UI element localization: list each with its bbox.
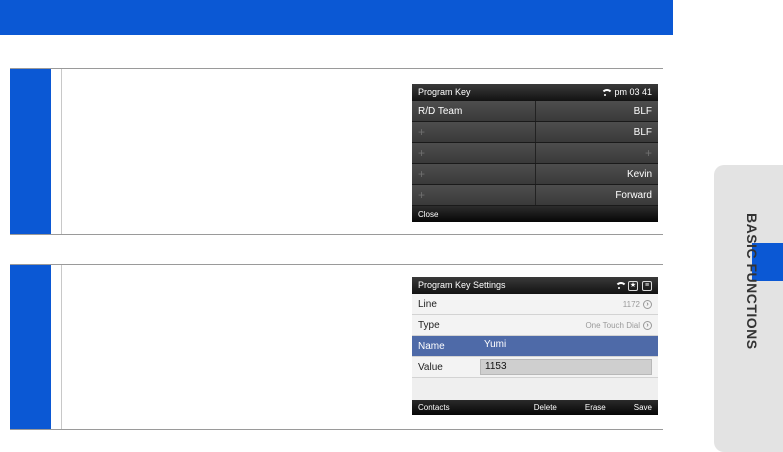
header-bar bbox=[0, 0, 673, 35]
name-field[interactable]: Yumi bbox=[480, 338, 652, 354]
name-row[interactable]: Name Yumi bbox=[412, 336, 658, 357]
step-tab-1 bbox=[10, 69, 51, 234]
type-row[interactable]: Type One Touch Dial › bbox=[412, 315, 658, 336]
add-key-left[interactable]: + bbox=[412, 185, 536, 205]
menu-icon: ≡ bbox=[642, 280, 652, 291]
value-field[interactable]: 1153 bbox=[480, 359, 652, 375]
softkey-bar: Close bbox=[412, 207, 658, 222]
clock: pm 03 41 bbox=[614, 87, 652, 97]
divider bbox=[61, 69, 62, 234]
screen-title: Program Key Settings bbox=[418, 280, 506, 290]
line-value: 1172 bbox=[622, 299, 640, 309]
program-key-left[interactable]: R/D Team bbox=[412, 101, 536, 121]
line-label: Line bbox=[418, 298, 437, 310]
chapter-label: BASIC FUNCTIONS bbox=[744, 213, 760, 350]
program-key-row[interactable]: R/D Team BLF bbox=[412, 101, 658, 122]
chevron-right-icon[interactable]: › bbox=[643, 299, 652, 309]
program-key-screen: Program Key pm 03 41 R/D Team BLF + BLF … bbox=[412, 84, 658, 222]
manual-page: Program Key pm 03 41 R/D Team BLF + BLF … bbox=[0, 0, 783, 452]
screen-title-bar: Program Key pm 03 41 bbox=[412, 84, 658, 101]
save-softkey[interactable]: Save bbox=[634, 400, 652, 415]
screen-title: Program Key bbox=[418, 87, 471, 97]
chapter-side-tab: BASIC FUNCTIONS bbox=[714, 165, 783, 452]
delete-softkey[interactable]: Delete bbox=[534, 400, 557, 415]
add-key-left[interactable]: + bbox=[412, 122, 536, 142]
chevron-right-icon[interactable]: › bbox=[643, 320, 652, 330]
value-label: Value bbox=[418, 361, 443, 373]
divider bbox=[61, 265, 62, 429]
wifi-icon bbox=[600, 88, 614, 97]
add-key-left[interactable]: + bbox=[412, 143, 536, 163]
program-key-row[interactable]: + + bbox=[412, 143, 658, 164]
program-key-row[interactable]: + BLF bbox=[412, 122, 658, 143]
softkey-bar: Contacts Delete Erase Save bbox=[412, 400, 658, 415]
erase-softkey[interactable]: Erase bbox=[585, 400, 606, 415]
program-key-settings-screen: Program Key Settings ★ ≡ Line 1172 › Typ… bbox=[412, 277, 658, 415]
program-key-row[interactable]: + Kevin bbox=[412, 164, 658, 185]
program-key-right[interactable]: Forward bbox=[535, 185, 658, 205]
contacts-softkey[interactable]: Contacts bbox=[418, 400, 450, 415]
star-icon: ★ bbox=[628, 280, 638, 291]
program-key-right[interactable]: BLF bbox=[535, 122, 658, 142]
add-key-right[interactable]: + bbox=[535, 143, 658, 163]
screen-title-bar: Program Key Settings ★ ≡ bbox=[412, 277, 658, 294]
program-key-right[interactable]: BLF bbox=[535, 101, 658, 121]
close-softkey[interactable]: Close bbox=[418, 207, 438, 222]
line-row[interactable]: Line 1172 › bbox=[412, 294, 658, 315]
type-value: One Touch Dial bbox=[585, 320, 640, 330]
wifi-icon bbox=[614, 281, 627, 290]
program-key-right[interactable]: Kevin bbox=[535, 164, 658, 184]
program-key-row[interactable]: + Forward bbox=[412, 185, 658, 206]
step-tab-2 bbox=[10, 265, 51, 429]
type-label: Type bbox=[418, 319, 440, 331]
name-label: Name bbox=[418, 340, 445, 352]
value-row[interactable]: Value 1153 bbox=[412, 357, 658, 378]
add-key-left[interactable]: + bbox=[412, 164, 536, 184]
